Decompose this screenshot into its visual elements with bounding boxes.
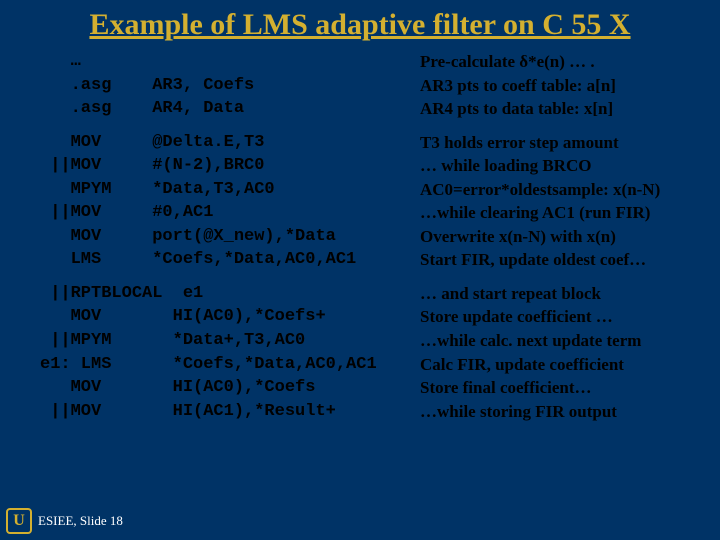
note-line: AC0=error*oldestsample: x(n-N) [420,180,700,200]
code-line: … [40,52,420,72]
code-line: ||RPTBLOCAL e1 [40,284,420,304]
note-line: … while loading BRCO [420,156,700,176]
code-line: .asg AR4, Data [40,99,420,119]
slide-number: ESIEE, Slide 18 [38,513,123,529]
note-line: Start FIR, update oldest coef… [420,250,700,270]
note-line: …while calc. next update term [420,331,700,351]
note-line: Overwrite x(n-N) with x(n) [420,227,700,247]
note-line: AR4 pts to data table: x[n] [420,99,700,119]
code-line: MPYM *Data,T3,AC0 [40,180,420,200]
logo-icon: U [6,508,32,534]
note-line: … and start repeat block [420,284,700,304]
code-line: MOV HI(AC0),*Coefs+ [40,307,420,327]
note-line: …while storing FIR output [420,402,700,422]
note-line: T3 holds error step amount [420,133,700,153]
code-line: ||MOV #0,AC1 [40,203,420,223]
code-line: e1: LMS *Coefs,*Data,AC0,AC1 [40,355,420,375]
note-line: Store update coefficient … [420,307,700,327]
slide-footer: U ESIEE, Slide 18 [6,508,123,534]
code-line: ||MOV #(N-2),BRC0 [40,156,420,176]
note-line: Calc FIR, update coefficient [420,355,700,375]
code-line: .asg AR3, Coefs [40,76,420,96]
code-line: LMS *Coefs,*Data,AC0,AC1 [40,250,420,270]
slide-content: … Pre-calculate δ*e(n) … . .asg AR3, Coe… [0,52,720,421]
note-line: Pre-calculate δ*e(n) … . [420,52,700,72]
note-line: AR3 pts to coeff table: a[n] [420,76,700,96]
code-line: ||MPYM *Data+,T3,AC0 [40,331,420,351]
code-line: ||MOV HI(AC1),*Result+ [40,402,420,422]
note-line: …while clearing AC1 (run FIR) [420,203,700,223]
slide-title: Example of LMS adaptive filter on C 55 X [0,0,720,52]
code-line: MOV @Delta.E,T3 [40,133,420,153]
note-line: Store final coefficient… [420,378,700,398]
code-line: MOV port(@X_new),*Data [40,227,420,247]
code-line: MOV HI(AC0),*Coefs [40,378,420,398]
